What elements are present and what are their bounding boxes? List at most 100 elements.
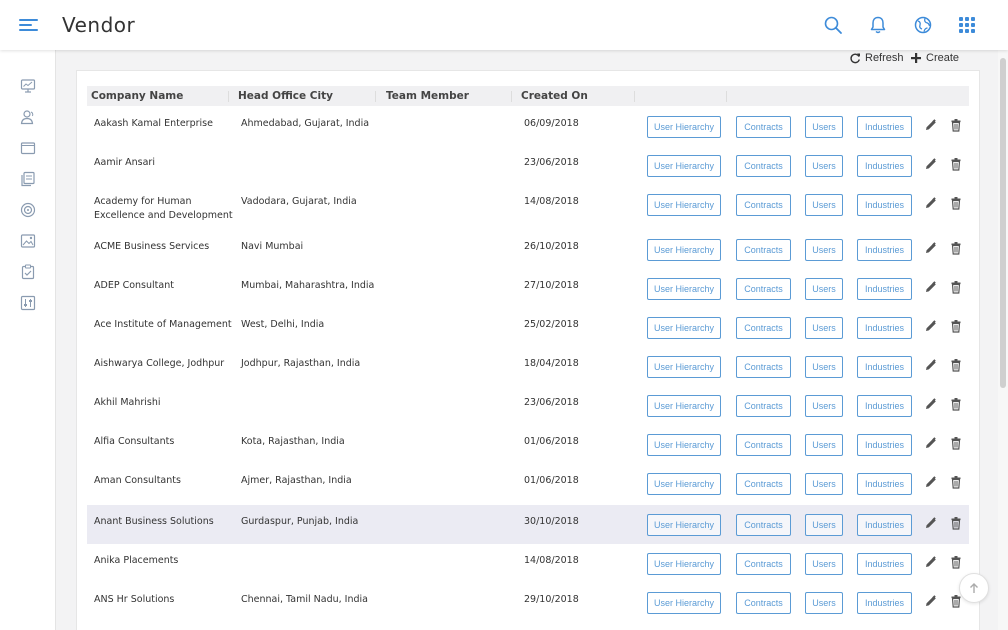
contracts-button[interactable]: Contracts xyxy=(736,434,791,456)
user-hierarchy-button[interactable]: User Hierarchy xyxy=(647,592,721,614)
users-button[interactable]: Users xyxy=(805,317,843,339)
image-icon[interactable] xyxy=(20,233,36,249)
contracts-button[interactable]: Contracts xyxy=(736,514,791,536)
clipboard-icon[interactable] xyxy=(20,264,36,280)
edit-icon[interactable] xyxy=(924,280,938,294)
user-hierarchy-button[interactable]: User Hierarchy xyxy=(647,278,721,300)
user-hierarchy-button[interactable]: User Hierarchy xyxy=(647,553,721,575)
create-button[interactable]: Create xyxy=(910,52,959,64)
apps-grid-icon[interactable] xyxy=(957,15,977,35)
table-row[interactable]: Akhil Mahrishi 23/06/2018 User Hierarchy Co… xyxy=(87,386,969,425)
edit-icon[interactable] xyxy=(924,555,938,569)
contracts-button[interactable]: Contracts xyxy=(736,356,791,378)
contracts-button[interactable]: Contracts xyxy=(736,239,791,261)
column-header-company-name[interactable]: Company Name xyxy=(91,90,183,102)
globe-icon[interactable] xyxy=(913,15,933,35)
edit-icon[interactable] xyxy=(924,241,938,255)
contracts-button[interactable]: Contracts xyxy=(736,155,791,177)
bell-icon[interactable] xyxy=(868,15,888,35)
edit-icon[interactable] xyxy=(924,475,938,489)
contracts-button[interactable]: Contracts xyxy=(736,395,791,417)
user-hierarchy-button[interactable]: User Hierarchy xyxy=(647,356,721,378)
menu-icon[interactable] xyxy=(19,17,38,33)
industries-button[interactable]: Industries xyxy=(857,155,912,177)
delete-icon[interactable] xyxy=(949,555,963,569)
users-button[interactable]: Users xyxy=(805,473,843,495)
user-hierarchy-button[interactable]: User Hierarchy xyxy=(647,473,721,495)
delete-icon[interactable] xyxy=(949,397,963,411)
column-header-team-member[interactable]: Team Member xyxy=(386,90,469,102)
industries-button[interactable]: Industries xyxy=(857,116,912,138)
search-icon[interactable] xyxy=(823,15,843,35)
folder-icon[interactable] xyxy=(20,140,36,156)
delete-icon[interactable] xyxy=(949,475,963,489)
user-hierarchy-button[interactable]: User Hierarchy xyxy=(647,317,721,339)
back-to-top-button[interactable] xyxy=(959,573,989,603)
refresh-button[interactable]: Refresh xyxy=(849,52,904,64)
users-button[interactable]: Users xyxy=(805,116,843,138)
delete-icon[interactable] xyxy=(949,157,963,171)
delete-icon[interactable] xyxy=(949,241,963,255)
user-hierarchy-button[interactable]: User Hierarchy xyxy=(647,116,721,138)
edit-icon[interactable] xyxy=(924,397,938,411)
contracts-button[interactable]: Contracts xyxy=(736,317,791,339)
page-scrollbar[interactable] xyxy=(998,50,1008,630)
industries-button[interactable]: Industries xyxy=(857,473,912,495)
users-button[interactable]: Users xyxy=(805,434,843,456)
industries-button[interactable]: Industries xyxy=(857,278,912,300)
industries-button[interactable]: Industries xyxy=(857,317,912,339)
contracts-button[interactable]: Contracts xyxy=(736,278,791,300)
edit-icon[interactable] xyxy=(924,196,938,210)
delete-icon[interactable] xyxy=(949,516,963,530)
user-hierarchy-button[interactable]: User Hierarchy xyxy=(647,434,721,456)
table-row[interactable]: Anant Business Solutions Gurdaspur, Punja… xyxy=(87,505,969,544)
contracts-button[interactable]: Contracts xyxy=(736,553,791,575)
column-header-head-office-city[interactable]: Head Office City xyxy=(238,90,333,102)
table-row[interactable]: Ace Institute of Management West, Delhi, … xyxy=(87,308,969,347)
delete-icon[interactable] xyxy=(949,280,963,294)
users-button[interactable]: Users xyxy=(805,592,843,614)
delete-icon[interactable] xyxy=(949,436,963,450)
edit-icon[interactable] xyxy=(924,358,938,372)
edit-icon[interactable] xyxy=(924,319,938,333)
table-row[interactable]: Aishwarya College, Jodhpur Jodhpur, Rajas… xyxy=(87,347,969,386)
edit-icon[interactable] xyxy=(924,516,938,530)
edit-icon[interactable] xyxy=(924,157,938,171)
user-hierarchy-button[interactable]: User Hierarchy xyxy=(647,514,721,536)
table-row[interactable]: Alfia Consultants Kota, Rajasthan, India 0… xyxy=(87,425,969,464)
users-icon[interactable] xyxy=(20,109,36,125)
delete-icon[interactable] xyxy=(949,118,963,132)
scrollbar-thumb[interactable] xyxy=(1000,58,1006,388)
edit-icon[interactable] xyxy=(924,594,938,608)
contracts-button[interactable]: Contracts xyxy=(736,473,791,495)
industries-button[interactable]: Industries xyxy=(857,553,912,575)
industries-button[interactable]: Industries xyxy=(857,434,912,456)
industries-button[interactable]: Industries xyxy=(857,395,912,417)
users-button[interactable]: Users xyxy=(805,155,843,177)
target-icon[interactable] xyxy=(20,202,36,218)
table-row[interactable]: ACME Business Services Navi Mumbai 26/10/2… xyxy=(87,230,969,269)
user-hierarchy-button[interactable]: User Hierarchy xyxy=(647,155,721,177)
contracts-button[interactable]: Contracts xyxy=(736,194,791,216)
table-row[interactable]: Aman Consultants Ajmer, Rajasthan, India 0… xyxy=(87,464,969,503)
users-button[interactable]: Users xyxy=(805,514,843,536)
user-hierarchy-button[interactable]: User Hierarchy xyxy=(647,395,721,417)
sliders-icon[interactable] xyxy=(20,295,36,311)
user-hierarchy-button[interactable]: User Hierarchy xyxy=(647,239,721,261)
edit-icon[interactable] xyxy=(924,436,938,450)
table-row[interactable]: ADEP Consultant Mumbai, Maharashtra, Indi… xyxy=(87,269,969,308)
industries-button[interactable]: Industries xyxy=(857,194,912,216)
users-button[interactable]: Users xyxy=(805,278,843,300)
table-row[interactable]: Aamir Ansari 23/06/2018 User Hierarchy Cont… xyxy=(87,146,969,185)
industries-button[interactable]: Industries xyxy=(857,592,912,614)
table-row[interactable]: Aakash Kamal Enterprise Ahmedabad, Gujara… xyxy=(87,107,969,146)
delete-icon[interactable] xyxy=(949,319,963,333)
documents-icon[interactable] xyxy=(20,171,36,187)
industries-button[interactable]: Industries xyxy=(857,356,912,378)
table-row[interactable]: Academy for Human Excellence and Develop… xyxy=(87,185,969,230)
industries-button[interactable]: Industries xyxy=(857,239,912,261)
table-row[interactable]: Anika Placements 14/08/2018 User Hierarchy… xyxy=(87,544,969,583)
users-button[interactable]: Users xyxy=(805,194,843,216)
contracts-button[interactable]: Contracts xyxy=(736,592,791,614)
users-button[interactable]: Users xyxy=(805,239,843,261)
